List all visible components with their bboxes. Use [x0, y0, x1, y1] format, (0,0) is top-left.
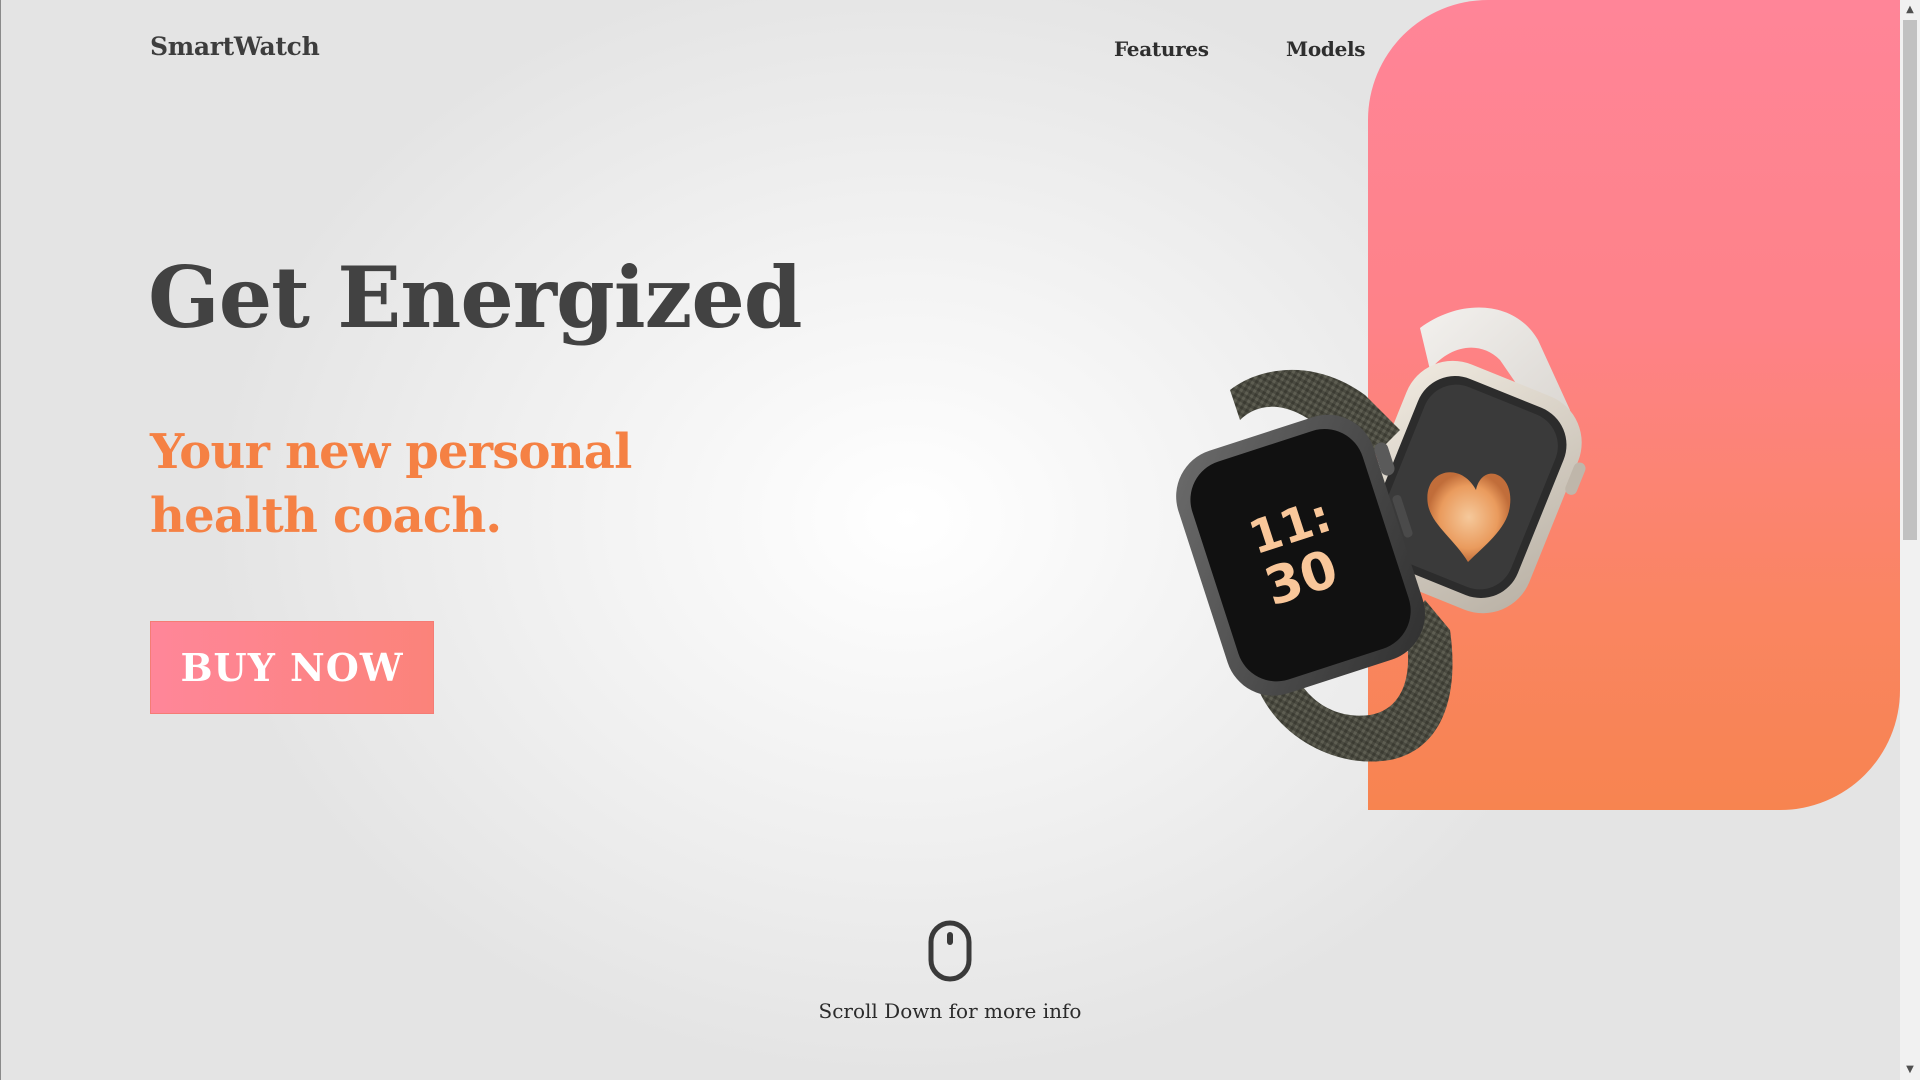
- scroll-down-arrow[interactable]: ▼: [1900, 1061, 1920, 1079]
- buy-now-button[interactable]: BUY NOW: [150, 621, 434, 714]
- brand-logo[interactable]: SmartWatch: [150, 32, 320, 61]
- hero-title: Get Energized: [148, 248, 803, 347]
- hero-subtitle-line-1: Your new personal: [150, 424, 632, 480]
- window-border: [0, 0, 1, 1080]
- mouse-icon: [928, 920, 972, 982]
- nav-link-features[interactable]: Features: [1114, 37, 1209, 61]
- smartwatch-product-image: 11: 30: [1176, 307, 1586, 762]
- scroll-up-arrow[interactable]: ▲: [1900, 1, 1920, 19]
- scroll-thumb[interactable]: [1903, 20, 1917, 540]
- hero-subtitle-line-2: health coach.: [150, 488, 502, 544]
- page-scrollbar[interactable]: ▲ ▼: [1900, 0, 1920, 1080]
- scroll-hint: Scroll Down for more info: [818, 999, 1082, 1023]
- hero-subtitle: Your new personal health coach.: [150, 420, 670, 548]
- nav-link-models[interactable]: Models: [1286, 37, 1366, 61]
